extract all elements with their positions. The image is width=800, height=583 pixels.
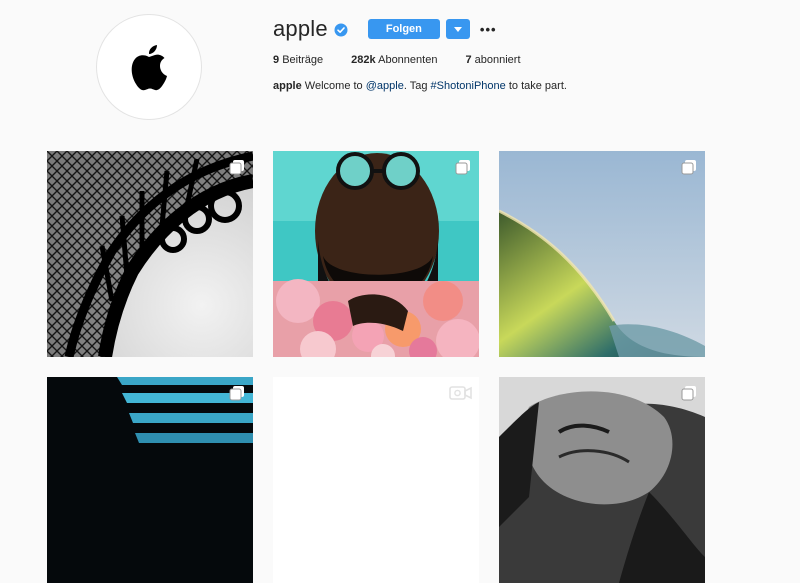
bio-text: to take part. (508, 80, 567, 92)
following-stat[interactable]: 7 abonniert (465, 54, 520, 66)
profile-title-row: apple Folgen ••• (273, 14, 753, 44)
multiple-photos-icon (455, 160, 470, 175)
post-tile-woman-portrait[interactable] (499, 377, 705, 583)
caret-down-icon (453, 26, 462, 32)
post-tile-eiffel-tower[interactable] (47, 151, 253, 357)
profile-header: apple Folgen ••• 9 Beiträge 282k Abonnen… (273, 14, 753, 114)
post-tile-blue-stripes[interactable] (47, 377, 253, 583)
post-tile-video[interactable] (273, 377, 479, 583)
multiple-photos-icon (681, 386, 696, 401)
bio-hashtag-link[interactable]: #ShotoniPhone (431, 80, 506, 92)
following-count: 7 (465, 54, 472, 66)
profile-username: apple (273, 16, 328, 41)
following-label: abonniert (474, 54, 521, 66)
post-image (499, 151, 705, 357)
post-image (499, 377, 705, 583)
followers-stat[interactable]: 282k Abonnenten (351, 54, 437, 66)
verified-badge-icon (334, 23, 348, 37)
post-image (47, 151, 253, 357)
bio-name: apple (273, 80, 302, 92)
posts-stat: 9 Beiträge (273, 54, 323, 66)
suggestions-dropdown-button[interactable] (445, 19, 470, 39)
video-icon (449, 386, 472, 400)
post-tile-man-with-flowers[interactable] (273, 151, 479, 357)
multiple-photos-icon (229, 160, 244, 175)
multiple-photos-icon (681, 160, 696, 175)
profile-bio: apple Welcome to @apple. Tag #ShotoniPho… (273, 80, 753, 92)
profile-stats: 9 Beiträge 282k Abonnenten 7 abonniert (273, 54, 753, 66)
post-image (273, 151, 479, 357)
followers-count: 282k (351, 54, 376, 66)
followers-label: Abonnenten (378, 54, 438, 66)
more-options-button[interactable]: ••• (480, 22, 497, 37)
post-image (47, 377, 253, 583)
bio-mention-link[interactable]: @apple (366, 80, 404, 92)
post-tile-ocean-wave[interactable] (499, 151, 705, 357)
bio-text: Welcome to (304, 80, 363, 92)
posts-label: Beiträge (282, 54, 324, 66)
multiple-photos-icon (229, 386, 244, 401)
apple-logo-icon (131, 45, 167, 91)
follow-button[interactable]: Folgen (367, 19, 440, 39)
profile-avatar[interactable] (96, 14, 202, 120)
bio-text: . Tag (403, 80, 428, 92)
posts-count: 9 (273, 54, 280, 66)
